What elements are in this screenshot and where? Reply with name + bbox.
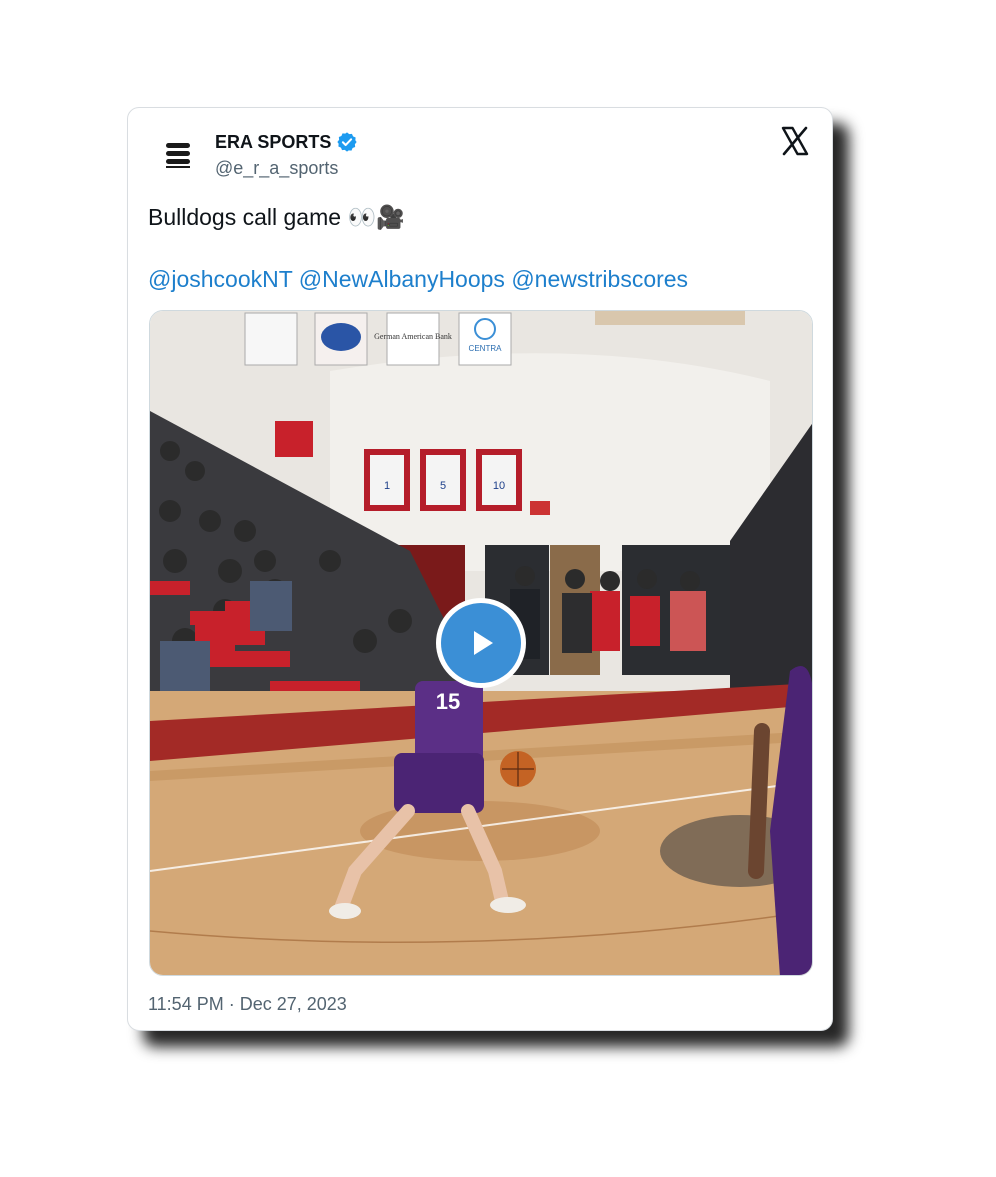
- author-name[interactable]: ERA SPORTS: [215, 132, 331, 153]
- video-thumbnail[interactable]: German American Bank CENTRA 1 5 10 15: [149, 310, 813, 976]
- avatar[interactable]: [148, 128, 212, 182]
- tweet-card: ERA SPORTS @e_r_a_sports Bulldogs call g…: [127, 107, 833, 1031]
- jersey-number: 10: [493, 480, 505, 492]
- author-handle[interactable]: @e_r_a_sports: [215, 158, 358, 179]
- tweet-text: Bulldogs call game 👀🎥: [148, 204, 405, 230]
- jersey-number: 1: [384, 480, 390, 492]
- author-block: ERA SPORTS @e_r_a_sports: [215, 130, 358, 179]
- x-logo-icon[interactable]: [780, 126, 810, 156]
- banner-text: German American Bank: [374, 332, 452, 341]
- mention-link[interactable]: @joshcookNT: [148, 266, 292, 292]
- mention-link[interactable]: @newstribscores: [511, 266, 688, 292]
- verified-badge-icon: [337, 132, 357, 152]
- player-number: 15: [436, 689, 460, 714]
- banner-text: CENTRA: [469, 344, 503, 353]
- era-sports-logo-icon: [166, 143, 190, 168]
- play-button[interactable]: [436, 598, 526, 688]
- mention-link[interactable]: @NewAlbanyHoops: [299, 266, 505, 292]
- play-icon: [474, 631, 493, 655]
- jersey-number: 5: [440, 480, 446, 492]
- tweet-mentions: @joshcookNT @NewAlbanyHoops @newstribsco…: [148, 264, 818, 294]
- tweet-timestamp[interactable]: 11:54 PM · Dec 27, 2023: [148, 994, 347, 1015]
